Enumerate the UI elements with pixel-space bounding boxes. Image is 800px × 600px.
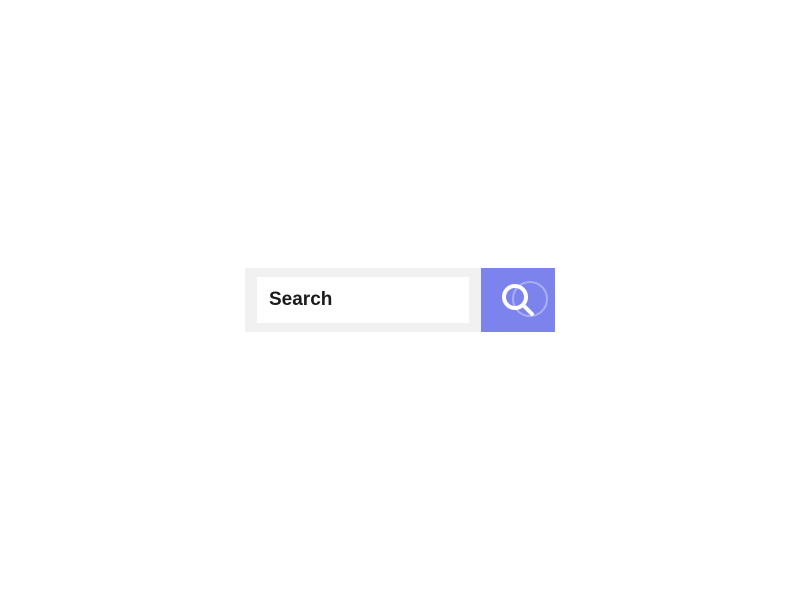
search-input-wrapper bbox=[245, 268, 481, 332]
search-container bbox=[245, 268, 555, 332]
search-input[interactable] bbox=[257, 277, 469, 323]
search-icon bbox=[499, 281, 537, 319]
search-button[interactable] bbox=[481, 268, 555, 332]
